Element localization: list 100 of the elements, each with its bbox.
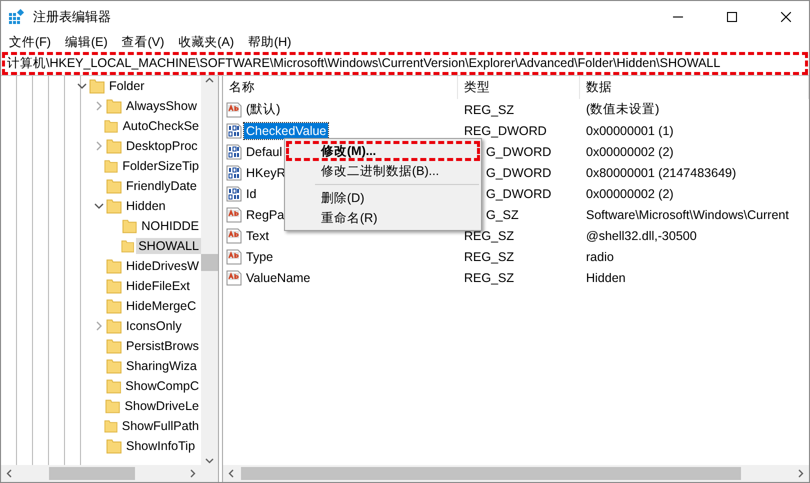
horizontal-scrollbar[interactable] xyxy=(1,465,201,482)
tree-item[interactable]: HideDrivesW xyxy=(124,258,201,274)
tree-item[interactable]: ShowFullPath xyxy=(120,418,201,434)
context-menu-item[interactable]: 重命名(R) xyxy=(286,208,480,228)
vertical-scrollbar[interactable] xyxy=(201,76,218,465)
scroll-left-icon[interactable] xyxy=(5,469,14,478)
tree-item[interactable]: HideMergeC xyxy=(124,298,198,314)
tree-item[interactable]: FriendlyDate xyxy=(124,178,199,194)
value-data: 0x80000001 (2147483649) xyxy=(585,166,738,180)
scroll-right-icon[interactable] xyxy=(188,469,197,478)
value-type: REG_SZ xyxy=(463,250,514,264)
menu-item[interactable]: 收藏夹(A) xyxy=(172,34,242,50)
menu-item[interactable]: 编辑(E) xyxy=(58,34,116,50)
tree-item[interactable]: PersistBrows xyxy=(124,338,201,354)
folder-icon xyxy=(89,78,105,94)
value-data: Hidden xyxy=(585,270,627,284)
value-data: @shell32.dll,-30500 xyxy=(585,228,698,242)
value-data: radio xyxy=(585,250,615,264)
tree-item[interactable]: FolderSizeTip xyxy=(120,158,201,174)
value-data: (数值未设置) xyxy=(585,101,660,118)
scroll-down-icon[interactable] xyxy=(205,456,214,465)
folder-icon xyxy=(104,118,119,134)
value-name[interactable]: Defaul xyxy=(244,144,284,160)
string-value-icon xyxy=(226,206,242,222)
close-icon xyxy=(781,12,791,22)
column-header[interactable]: 类型 xyxy=(458,76,580,99)
value-name[interactable]: RegPa xyxy=(244,206,286,222)
string-value-icon xyxy=(226,228,242,244)
folder-icon xyxy=(106,298,122,314)
value-data: 0x00000002 (2) xyxy=(585,186,675,200)
folder-icon xyxy=(104,158,118,174)
scroll-left-icon[interactable] xyxy=(227,469,236,478)
menu-item[interactable]: 查看(V) xyxy=(116,34,172,50)
value-name[interactable]: Text xyxy=(244,228,271,244)
folder-icon xyxy=(106,358,122,374)
value-data: 0x00000001 (1) xyxy=(585,124,675,138)
tree-item[interactable]: SHOWALL xyxy=(136,238,201,254)
binary-value-icon xyxy=(226,122,242,138)
chevron-down-icon[interactable] xyxy=(77,81,87,91)
folder-icon xyxy=(106,138,122,154)
context-menu-item[interactable]: 修改二进制数据(B)... xyxy=(286,161,480,181)
scrollbar-thumb[interactable] xyxy=(201,254,218,271)
menu-item[interactable]: 文件(F) xyxy=(3,34,59,50)
tree-item[interactable]: SharingWiza xyxy=(124,358,199,374)
context-menu-item[interactable]: 修改(M)... xyxy=(286,141,480,161)
folder-icon xyxy=(104,418,118,434)
value-name[interactable]: (默认) xyxy=(244,100,282,119)
value-name[interactable]: Type xyxy=(244,248,276,264)
folder-icon xyxy=(106,198,122,214)
tree-item[interactable]: ShowInfoTip xyxy=(124,438,198,454)
binary-value-icon xyxy=(226,164,242,180)
value-name[interactable]: CheckedValue xyxy=(244,122,328,138)
chevron-down-icon[interactable] xyxy=(94,201,104,211)
value-type: REG_SZ xyxy=(463,270,514,284)
column-header[interactable]: 名称 xyxy=(223,76,458,99)
string-value-icon xyxy=(226,270,242,286)
folder-icon xyxy=(106,278,122,294)
tree-item[interactable]: DesktopProc xyxy=(124,138,200,154)
column-header[interactable]: 数据 xyxy=(580,76,809,99)
folder-icon xyxy=(106,438,122,454)
value-name[interactable]: ValueName xyxy=(244,270,312,286)
tree-item[interactable]: IconsOnly xyxy=(124,318,184,334)
chevron-right-icon[interactable] xyxy=(94,321,104,331)
scrollbar-thumb[interactable] xyxy=(49,467,135,480)
context-menu-item[interactable]: 删除(D) xyxy=(286,188,480,208)
value-name[interactable]: HKeyR xyxy=(244,164,288,180)
value-type: G_DWORD xyxy=(485,144,552,158)
folder-icon xyxy=(106,338,122,354)
chevron-right-icon[interactable] xyxy=(94,101,104,111)
tree-item[interactable]: HideFileExt xyxy=(124,278,192,294)
tree-item[interactable]: Hidden xyxy=(124,198,168,214)
tree-item[interactable]: NOHIDDE xyxy=(139,218,201,234)
tree-item[interactable]: ShowCompC xyxy=(123,378,201,394)
value-type: G_DWORD xyxy=(485,186,552,200)
value-data: 0x00000002 (2) xyxy=(585,144,675,158)
value-type: G_SZ xyxy=(485,208,519,222)
scroll-up-icon[interactable] xyxy=(205,76,214,85)
scrollbar-thumb[interactable] xyxy=(241,467,741,480)
menu-item[interactable]: 帮助(H) xyxy=(242,34,300,50)
value-type: REG_SZ xyxy=(463,228,514,242)
value-data: Software\Microsoft\Windows\Current xyxy=(585,208,790,222)
folder-icon xyxy=(105,398,121,414)
tree-item[interactable]: AutoCheckSe xyxy=(120,118,201,134)
tree-item[interactable]: Folder xyxy=(107,78,146,94)
value-type: G_DWORD xyxy=(485,166,552,180)
binary-value-icon xyxy=(226,144,242,160)
value-type: REG_DWORD xyxy=(463,124,547,138)
scroll-right-icon[interactable] xyxy=(796,469,805,478)
window-title: 注册表编辑器 xyxy=(33,8,112,26)
tree-item[interactable]: AlwaysShow xyxy=(124,98,199,114)
folder-icon xyxy=(106,318,122,334)
string-value-icon xyxy=(226,248,242,264)
folder-icon xyxy=(122,218,138,234)
value-name[interactable]: Id xyxy=(244,186,258,202)
folder-icon xyxy=(106,98,122,114)
horizontal-scrollbar[interactable] xyxy=(223,465,809,482)
folder-icon xyxy=(106,378,122,394)
tree-item[interactable]: ShowDriveLe xyxy=(122,398,201,414)
folder-icon xyxy=(106,258,122,274)
chevron-right-icon[interactable] xyxy=(94,141,104,151)
